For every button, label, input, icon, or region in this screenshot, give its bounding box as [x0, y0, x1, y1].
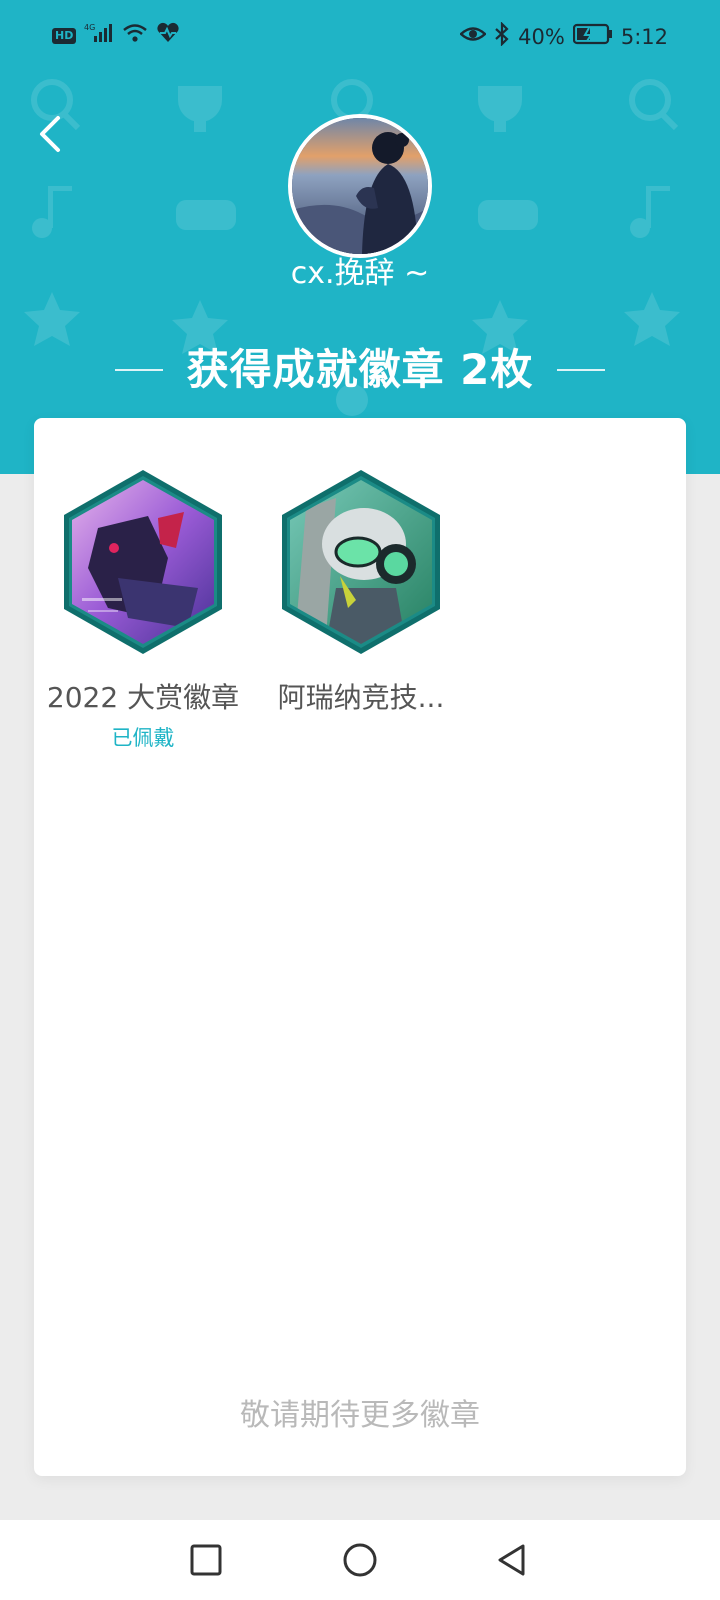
username: cx.挽辞 ~ — [290, 256, 430, 291]
arena-badge-icon — [282, 470, 440, 654]
home-button[interactable] — [340, 1540, 380, 1580]
award-2022-badge-icon — [64, 470, 222, 654]
wifi-icon — [122, 22, 148, 50]
status-left-icons: HD 4G — [52, 22, 180, 50]
battery-percent: 40% — [518, 25, 565, 49]
chevron-left-icon — [40, 116, 60, 152]
badge-worn-status: 已佩戴 — [111, 726, 175, 750]
eye-icon — [459, 23, 487, 51]
coming-soon-text: 敬请期待更多徽章 — [240, 1398, 480, 1433]
badge-card: 2022 大赏徽章 已佩戴 阿瑞纳竞技... 敬请期待更多徽章 — [34, 418, 686, 1476]
status-bar: HD 4G 40% 5:12 — [0, 0, 720, 72]
system-nav-bar — [0, 1520, 720, 1600]
title-divider-right — [557, 369, 606, 371]
avatar-photo — [292, 118, 428, 254]
recent-apps-button[interactable] — [186, 1540, 226, 1580]
square-icon — [190, 1544, 222, 1576]
badge-name: 阿瑞纳竞技... — [277, 681, 445, 714]
heartbeat-icon — [156, 22, 180, 50]
signal-4g-icon: 4G — [84, 22, 114, 50]
title-divider-left — [114, 369, 163, 371]
hd-icon: HD — [52, 28, 77, 44]
section-title: 获得成就徽章 2枚 — [0, 340, 720, 400]
battery-icon — [572, 23, 613, 51]
badge-item-2022-award[interactable]: 2022 大赏徽章 已佩戴 — [38, 468, 248, 752]
badge-count-title: 获得成就徽章 2枚 — [186, 345, 534, 394]
clock: 5:12 — [620, 25, 668, 49]
badge-name: 2022 大赏徽章 — [46, 681, 240, 714]
bluetooth-icon — [494, 21, 510, 52]
status-right-icons: 40% 5:12 — [459, 21, 668, 52]
back-button[interactable] — [30, 112, 74, 156]
svg-text:4G: 4G — [84, 23, 95, 32]
nav-back-button[interactable] — [492, 1540, 532, 1580]
badge-item-arena[interactable]: 阿瑞纳竞技... — [256, 468, 466, 716]
avatar[interactable] — [288, 114, 432, 258]
profile-header: HD 4G 40% 5:12 cx.挽辞 ~ 获得成就徽章 2枚 — [0, 0, 720, 474]
badge-page: HD 4G 40% 5:12 cx.挽辞 ~ 获得成就徽章 2枚 2022 大赏… — [0, 0, 720, 1600]
triangle-back-icon — [498, 1544, 525, 1576]
circle-icon — [343, 1543, 377, 1577]
